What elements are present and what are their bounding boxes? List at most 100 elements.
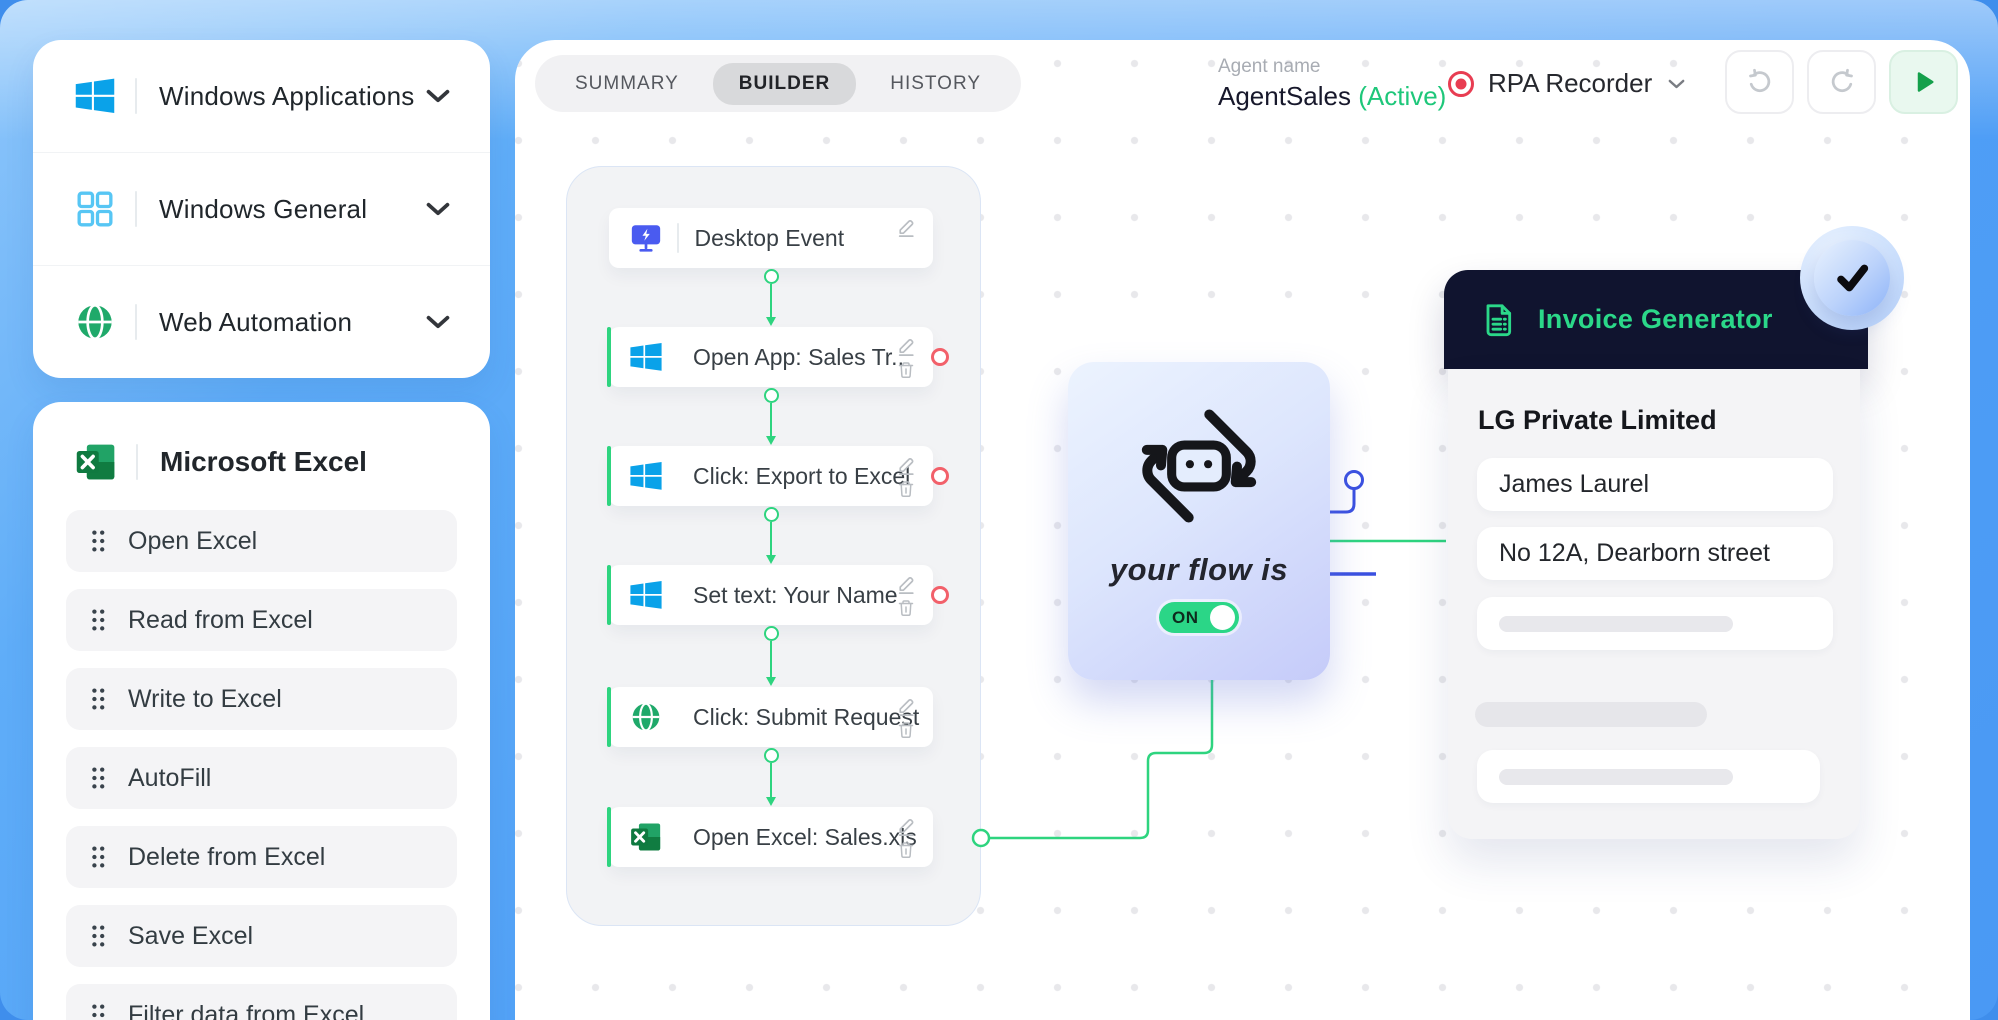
excel-section-title: Microsoft Excel [160, 446, 367, 478]
windows-logo-icon [629, 340, 663, 374]
flow-connector [763, 269, 779, 326]
edit-icon[interactable] [895, 216, 917, 238]
excel-action-label: Read from Excel [128, 606, 313, 635]
flow-node-open-app[interactable]: Open App: Sales Tr.. [609, 327, 933, 387]
toggle-knob [1210, 605, 1235, 630]
trash-icon[interactable] [896, 598, 916, 618]
divider [677, 223, 679, 253]
flow-on-toggle[interactable]: ON [1159, 602, 1239, 633]
invoice-title: Invoice Generator [1538, 304, 1773, 335]
placeholder-bar [1475, 702, 1707, 727]
excel-section-header: Microsoft Excel [66, 440, 457, 484]
excel-action-label: Filter data from Excel [128, 1001, 364, 1020]
excel-action-label: Save Excel [128, 922, 253, 951]
agent-name-value: AgentSales (Active) [1218, 81, 1446, 112]
edit-icon[interactable] [895, 335, 917, 357]
excel-action-list: Open Excel Read from Excel Write to Exce… [66, 510, 457, 1020]
trash-icon[interactable] [896, 479, 916, 499]
edit-icon[interactable] [895, 454, 917, 476]
excel-icon [74, 440, 118, 484]
sidebar-item-label: Windows Applications [159, 81, 426, 112]
trash-icon[interactable] [896, 360, 916, 380]
excel-action-write-to-excel[interactable]: Write to Excel [66, 668, 457, 730]
drag-handle-icon[interactable] [90, 529, 106, 553]
flow-node-click-submit[interactable]: Click: Submit Request [609, 687, 933, 747]
checkmark-icon [1830, 256, 1874, 300]
excel-action-label: Open Excel [128, 527, 257, 556]
flow-connector [763, 388, 779, 445]
tab-summary[interactable]: SUMMARY [549, 63, 705, 105]
chevron-down-icon[interactable] [426, 315, 450, 329]
chevron-down-icon[interactable] [426, 89, 450, 103]
drag-handle-icon[interactable] [90, 687, 106, 711]
flow-node-desktop-event[interactable]: Desktop Event [609, 208, 933, 268]
chevron-down-icon [1668, 79, 1685, 89]
drag-handle-icon[interactable] [90, 766, 106, 790]
node-error-port[interactable] [931, 586, 949, 604]
record-icon [1448, 71, 1474, 97]
flow-node-open-excel[interactable]: Open Excel: Sales.xls [609, 807, 933, 867]
invoice-name-field[interactable]: James Laurel [1477, 458, 1833, 511]
sidebar-item-web-automation[interactable]: Web Automation [33, 265, 490, 378]
rpa-builder-app: Windows Applications Windows General Web… [0, 0, 1998, 1020]
sidebar-item-windows-applications[interactable]: Windows Applications [33, 40, 490, 152]
flow-connector [763, 748, 779, 806]
invoice-doc-icon [1478, 300, 1518, 340]
sidebar-excel-card: Microsoft Excel Open Excel Read from Exc… [33, 402, 490, 1020]
tab-builder[interactable]: BUILDER [713, 63, 856, 105]
edit-icon[interactable] [895, 695, 917, 717]
play-icon [1909, 67, 1939, 97]
excel-action-read-from-excel[interactable]: Read from Excel [66, 589, 457, 651]
drag-handle-icon[interactable] [90, 924, 106, 948]
rpa-recorder-dropdown[interactable]: RPA Recorder [1448, 68, 1685, 99]
placeholder-bar [1499, 616, 1733, 632]
tab-history[interactable]: HISTORY [864, 63, 1007, 105]
agent-info: Agent name AgentSales (Active) [1218, 56, 1446, 112]
status-caption: your flow is [1110, 552, 1288, 588]
sidebar-item-label: Windows General [159, 194, 426, 225]
excel-action-label: Delete from Excel [128, 843, 325, 872]
redo-button[interactable] [1807, 50, 1876, 114]
edit-icon[interactable] [895, 573, 917, 595]
run-button[interactable] [1889, 50, 1958, 114]
invoice-empty-field[interactable] [1477, 750, 1820, 803]
flow-node-click-export[interactable]: Click: Export to Excel [609, 446, 933, 506]
excel-action-delete-from-excel[interactable]: Delete from Excel [66, 826, 457, 888]
excel-action-autofill[interactable]: AutoFill [66, 747, 457, 809]
placeholder-bar [1499, 769, 1733, 785]
sidebar-item-windows-general[interactable]: Windows General [33, 152, 490, 265]
invoice-company-name: LG Private Limited [1478, 405, 1717, 436]
flow-node-set-text[interactable]: Set text: Your Name [609, 565, 933, 625]
excel-action-filter-data-from-excel[interactable]: Filter data from Excel [66, 984, 457, 1020]
invoice-address-field[interactable]: No 12A, Dearborn street [1477, 527, 1833, 580]
agent-name-label: Agent name [1218, 56, 1446, 78]
trash-icon[interactable] [896, 840, 916, 860]
chevron-down-icon[interactable] [426, 202, 450, 216]
invoice-form: LG Private Limited James Laurel No 12A, … [1448, 369, 1860, 839]
node-error-port[interactable] [931, 348, 949, 366]
node-error-port[interactable] [931, 467, 949, 485]
divider [136, 444, 138, 480]
globe-icon [73, 300, 117, 344]
divider [135, 78, 137, 114]
success-badge [1800, 226, 1904, 330]
trash-icon[interactable] [896, 720, 916, 740]
globe-icon [629, 700, 663, 734]
drag-handle-icon[interactable] [90, 1003, 106, 1020]
node-label: Open App: Sales Tr.. [693, 344, 904, 371]
edit-icon[interactable] [895, 815, 917, 837]
divider [135, 304, 137, 340]
flow-status-card: your flow is ON [1068, 362, 1330, 680]
excel-action-save-excel[interactable]: Save Excel [66, 905, 457, 967]
invoice-empty-field[interactable] [1477, 597, 1833, 650]
flow-cycle-robot-icon [1117, 384, 1281, 548]
toggle-label: ON [1172, 608, 1210, 628]
undo-button[interactable] [1725, 50, 1794, 114]
recorder-label: RPA Recorder [1488, 68, 1652, 99]
drag-handle-icon[interactable] [90, 845, 106, 869]
node-label: Set text: Your Name [693, 582, 898, 609]
excel-action-open-excel[interactable]: Open Excel [66, 510, 457, 572]
drag-handle-icon[interactable] [90, 608, 106, 632]
excel-action-label: Write to Excel [128, 685, 282, 714]
flow-connector [763, 626, 779, 686]
